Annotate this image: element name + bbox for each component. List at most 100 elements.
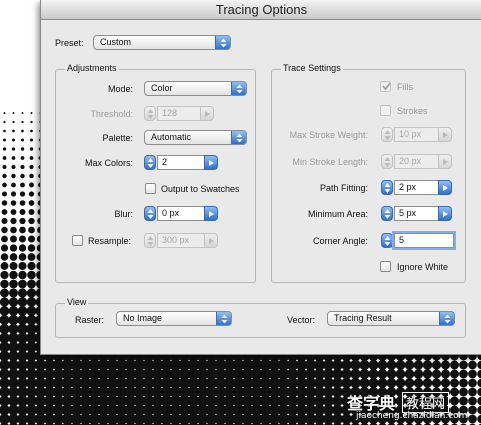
- halftone-dot: [440, 369, 451, 379]
- blur-stepper[interactable]: [144, 206, 156, 221]
- halftone-dot: [11, 182, 16, 188]
- resample-field: 300 px: [157, 233, 205, 248]
- watermark-section: 教程网: [402, 392, 450, 413]
- halftone-dot: [27, 244, 36, 252]
- halftone-dot: [27, 261, 36, 271]
- halftone-dot: [19, 209, 26, 215]
- halftone-dot: [386, 360, 397, 370]
- halftone-dot: [3, 138, 6, 142]
- halftone-dot: [12, 138, 15, 142]
- halftone-dot: [468, 369, 477, 379]
- max-colors-label: Max Colors:: [84, 158, 133, 168]
- halftone-dot: [11, 164, 16, 170]
- halftone-dot: [26, 297, 37, 307]
- halftone-dot: [368, 377, 379, 389]
- halftone-dot: [377, 377, 388, 389]
- watermark-url: jiaocheng.chazidian.com: [356, 411, 468, 421]
- max-colors-dropdown-button[interactable]: [204, 155, 218, 170]
- halftone-dot: [20, 182, 25, 188]
- halftone-dot: [468, 396, 477, 406]
- ignore-white-checkbox[interactable]: [380, 261, 391, 272]
- halftone-dot: [477, 387, 481, 397]
- resample-dropdown-button: [204, 233, 218, 248]
- minimum-area-field[interactable]: 5 px: [394, 206, 439, 221]
- halftone-dot: [0, 244, 9, 252]
- halftone-dot: [10, 191, 17, 197]
- vector-value: Tracing Result: [334, 313, 392, 323]
- max-stroke-weight-stepper: [381, 127, 393, 142]
- halftone-dot: [2, 182, 7, 188]
- halftone-dot: [459, 387, 468, 397]
- path-fitting-field[interactable]: 2 px: [394, 180, 439, 195]
- halftone-dot: [386, 378, 397, 388]
- halftone-dot: [9, 270, 18, 280]
- halftone-dot: [377, 368, 388, 380]
- threshold-dropdown-button: [200, 106, 214, 121]
- corner-angle-field[interactable]: 5: [394, 233, 454, 248]
- halftone-dot: [29, 164, 34, 170]
- halftone-dot: [2, 173, 7, 179]
- halftone-dot: [477, 396, 481, 406]
- halftone-dot: [431, 369, 442, 379]
- halftone-dot: [431, 378, 442, 388]
- halftone-dot: [9, 279, 18, 289]
- path-fitting-stepper[interactable]: [381, 180, 393, 195]
- preset-popup[interactable]: Custom: [93, 35, 231, 50]
- halftone-dot: [18, 235, 27, 243]
- halftone-dot: [0, 288, 9, 298]
- halftone-dot: [30, 129, 33, 133]
- max-colors-field[interactable]: 2: [157, 155, 205, 170]
- halftone-dot: [20, 164, 25, 170]
- max-stroke-weight-field: 10 px: [394, 127, 439, 142]
- output-to-swatches-label: Output to Swatches: [161, 184, 240, 194]
- resample-checkbox[interactable]: [72, 235, 83, 246]
- halftone-dot: [368, 368, 379, 380]
- blur-label: Blur:: [114, 209, 133, 219]
- halftone-dot: [450, 396, 459, 406]
- mode-label: Mode:: [107, 84, 133, 94]
- halftone-dot: [27, 270, 36, 280]
- halftone-dot: [450, 378, 459, 388]
- blur-field[interactable]: 0 px: [157, 206, 205, 221]
- max-colors-stepper[interactable]: [144, 155, 156, 170]
- halftone-dot: [18, 279, 27, 289]
- threshold-label: Threshold:: [90, 109, 133, 119]
- halftone-dot: [27, 235, 36, 243]
- corner-angle-stepper[interactable]: [381, 233, 393, 248]
- halftone-dot: [11, 147, 16, 151]
- halftone-dot: [0, 279, 9, 289]
- raster-label: Raster:: [75, 315, 105, 325]
- halftone-dot: [0, 262, 9, 270]
- halftone-dot: [30, 112, 33, 114]
- palette-popup[interactable]: Automatic: [144, 130, 247, 145]
- vector-popup[interactable]: Tracing Result: [327, 311, 455, 326]
- halftone-dot: [29, 156, 34, 160]
- halftone-dot: [450, 369, 459, 379]
- halftone-dot: [468, 387, 477, 397]
- halftone-dot: [10, 235, 17, 243]
- halftone-dot: [377, 359, 388, 371]
- halftone-dot: [2, 164, 7, 170]
- halftone-dot: [431, 360, 442, 370]
- halftone-dot: [359, 368, 370, 380]
- halftone-dot: [459, 396, 468, 406]
- halftone-dot: [17, 306, 28, 316]
- halftone-dot: [450, 360, 459, 370]
- halftone-dot: [21, 112, 24, 114]
- minimum-area-dropdown-button[interactable]: [438, 206, 452, 221]
- minimum-area-stepper[interactable]: [381, 206, 393, 221]
- halftone-dot: [1, 191, 8, 197]
- halftone-dot: [477, 369, 481, 379]
- preset-label: Preset:: [55, 38, 84, 48]
- output-to-swatches-checkbox[interactable]: [145, 183, 156, 194]
- path-fitting-dropdown-button[interactable]: [438, 180, 452, 195]
- halftone-dot: [3, 112, 6, 114]
- raster-popup[interactable]: No Image: [116, 311, 232, 326]
- halftone-dot: [477, 360, 481, 370]
- blur-dropdown-button[interactable]: [204, 206, 218, 221]
- halftone-dot: [21, 129, 24, 133]
- tracing-options-dialog: Tracing Options Preset: Custom Adjustmen…: [40, 0, 481, 355]
- halftone-dot: [9, 253, 18, 261]
- mode-popup[interactable]: Color: [144, 81, 247, 96]
- halftone-dot: [21, 120, 24, 124]
